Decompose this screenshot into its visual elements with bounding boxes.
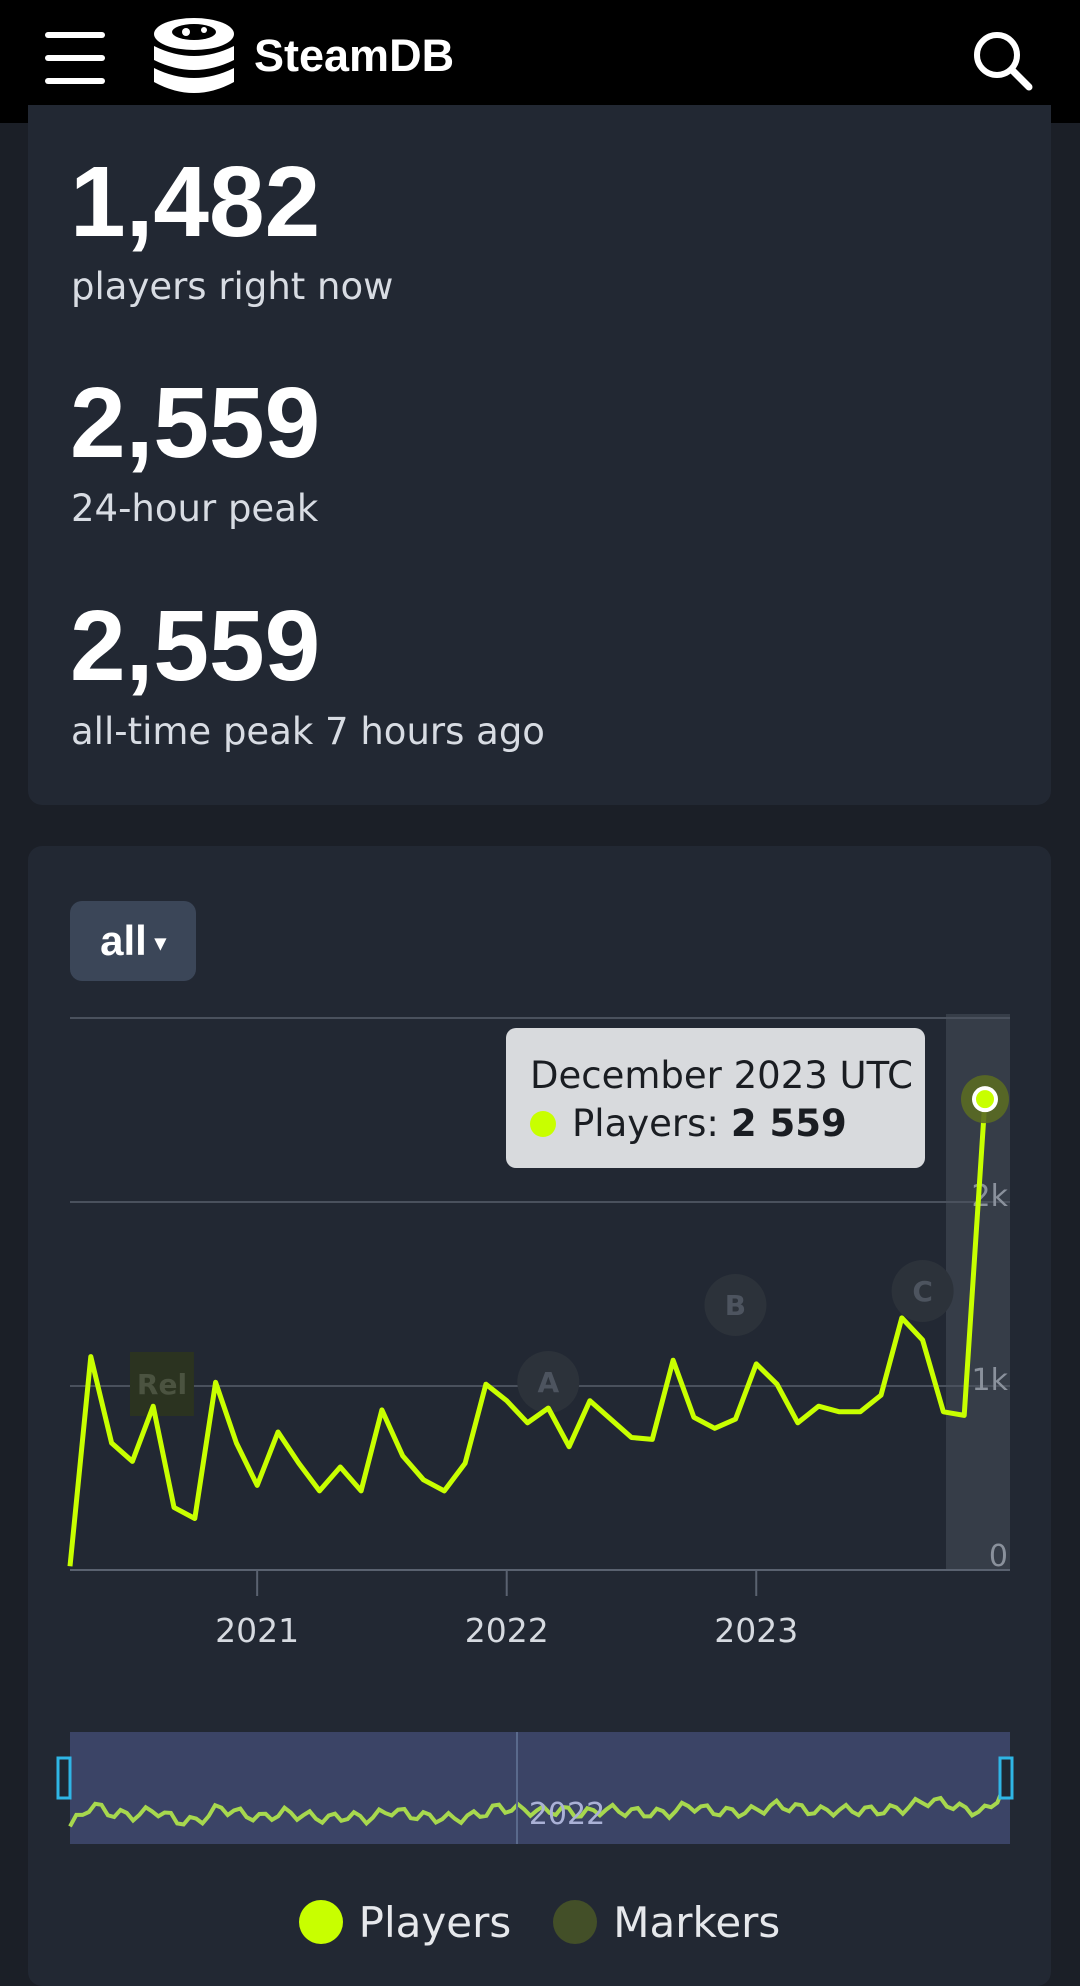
- x-tick-label: 2023: [714, 1611, 798, 1650]
- marker-label: Rel: [137, 1368, 187, 1401]
- players-series-line: [67, 1098, 988, 1567]
- daily-peak-label: 24-hour peak: [71, 487, 319, 530]
- legend-item-markers[interactable]: Markers: [553, 1898, 780, 1947]
- chart-tooltip: December 2023 UTC Players: 2 559: [506, 1028, 925, 1168]
- y-tick-label: 0: [989, 1539, 1008, 1574]
- tooltip-series-name: Players:: [572, 1102, 719, 1145]
- navigator-handle-right: [998, 1756, 1014, 1800]
- daily-peak-value: 2,559: [70, 367, 321, 479]
- player-count-chart[interactable]: 01k2k2021 2022 2023Rel AB C2022: [28, 846, 1051, 1886]
- all-time-peak-label: all-time peak 7 hours ago: [71, 710, 545, 753]
- tooltip-row: Players: 2 559: [530, 1102, 847, 1145]
- marker-label: C: [912, 1275, 933, 1308]
- legend-item-players[interactable]: Players: [298, 1897, 512, 1947]
- players-series-dot: [530, 1110, 556, 1137]
- navigator-year-label: 2022: [529, 1797, 605, 1832]
- tooltip-value: 2 559: [730, 1102, 847, 1145]
- all-time-peak-value: 2,559: [70, 590, 321, 702]
- highlight-point: [972, 1086, 998, 1113]
- chart-legend: Players Markers: [28, 1892, 1051, 1952]
- player-chart-card: all ▾ 0 1k 2k 2021 2022 2023 Rel A B C 2022 Decemb…: [28, 846, 1051, 1986]
- x-tick-label: 2022: [465, 1611, 549, 1650]
- legend-label-markers: Markers: [613, 1897, 781, 1947]
- current-players-value: 1,482: [70, 146, 321, 258]
- legend-dot-players: [298, 1900, 343, 1944]
- marker-label: B: [725, 1289, 746, 1322]
- y-tick-label: 1k: [972, 1363, 1009, 1398]
- current-players-label: players right now: [71, 265, 394, 308]
- x-tick-label: 2021: [215, 1611, 299, 1650]
- steamdb-logo-icon[interactable]: [150, 14, 238, 100]
- navigator-handle-left: [56, 1756, 72, 1800]
- hamburger-menu-icon[interactable]: [45, 32, 105, 84]
- legend-dot-markers: [553, 1900, 598, 1944]
- brand-name[interactable]: SteamDB: [254, 30, 454, 82]
- tooltip-title: December 2023 UTC: [530, 1054, 913, 1097]
- legend-label-players: Players: [358, 1897, 512, 1947]
- search-icon[interactable]: [970, 28, 1034, 92]
- marker-label: A: [537, 1366, 559, 1399]
- player-stats-card: 1,482 players right now 2,559 24-hour pe…: [28, 105, 1051, 805]
